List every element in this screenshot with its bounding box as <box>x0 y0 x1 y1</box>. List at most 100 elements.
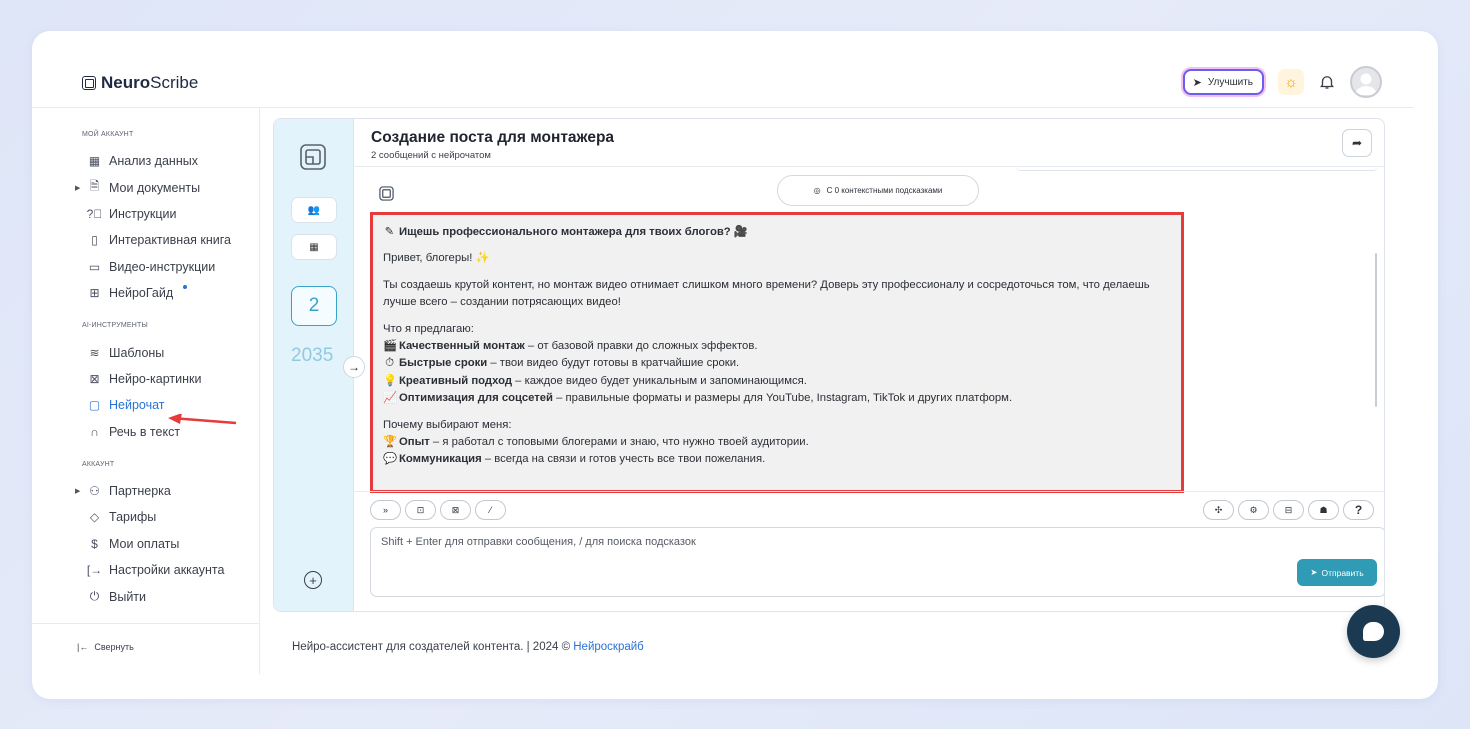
collapse-sidebar-button[interactable]: |← Свернуть <box>77 642 134 652</box>
sidebar-item-logout[interactable]: ⏻ Выйти <box>82 583 262 609</box>
bot-tool-button[interactable]: ☗ <box>1308 500 1339 520</box>
sidebar-item-partners[interactable]: ▶ ⚇ Партнерка <box>75 478 262 504</box>
rail-users-button[interactable]: 👥 <box>291 197 337 223</box>
sidebar-item-label: Шаблоны <box>109 345 165 360</box>
footer-text: Нейро-ассистент для создателей контента.… <box>292 641 574 653</box>
support-chat-button[interactable] <box>1347 605 1400 658</box>
sidebar-item-label: НейроГайд <box>109 286 174 301</box>
collapse-tool-button[interactable]: » <box>370 500 401 520</box>
message-input-box[interactable]: ➤ Отправить <box>370 527 1384 597</box>
chat-subtitle: 2 сообщений с нейрочатом <box>371 150 491 161</box>
upload-tool-button[interactable]: ⊡ <box>405 500 436 520</box>
sidebar-item-my-documents[interactable]: ▶ 🗎 Мои документы <box>75 174 262 200</box>
message-input[interactable] <box>381 536 1261 548</box>
share-button[interactable]: ➦ <box>1342 129 1372 157</box>
hint-icon: ◎ <box>813 186 821 195</box>
sidebar-item-account-settings[interactable]: [→ Настройки аккаунта <box>82 557 262 583</box>
red-arrow-annotation <box>168 414 237 425</box>
sidebar-item-neuroguide[interactable]: ⊞ НейроГайд <box>82 280 262 306</box>
image-tool-button[interactable]: ⊠ <box>440 500 471 520</box>
send-label: Отправить <box>1321 567 1364 578</box>
pencil-icon: ✎ <box>384 226 395 238</box>
magic-tool-button[interactable]: ⁄ <box>475 500 506 520</box>
new-chat-button[interactable]: + <box>304 571 322 589</box>
rocket-icon: ➤ <box>1192 76 1202 89</box>
offer-item: 🎬 Качественный монтаж – от базовой правки… <box>383 340 758 353</box>
chevrons-down-icon: » <box>382 505 388 515</box>
sidebar-section-title: МОЙ АККАУНТ <box>82 131 134 138</box>
headphones-icon: ∩ <box>90 424 99 439</box>
grid-icon: ▦ <box>88 154 101 169</box>
context-hints-label: С 0 контекстными подсказками <box>826 186 943 195</box>
offer-item: 📈 Оптимизация для соцсетей – правильные ф… <box>383 392 1013 405</box>
sidebar-item-interactive-book[interactable]: ▯ Интерактивная книга <box>82 227 262 253</box>
chat-panel: 👥 ▦ 2 2035 + → Создание поста для монтаж… <box>273 118 1385 612</box>
bell-icon[interactable] <box>1318 73 1336 91</box>
sidebar-item-label: Мои оплаты <box>109 536 180 551</box>
sidebar-item-label: Настройки аккаунта <box>109 563 225 578</box>
reason-item: 🏆 Опыт – я работал с топовыми блогерами и… <box>383 436 809 449</box>
offer-item: ⏱ Быстрые сроки – твои видео будут готовы… <box>385 357 740 370</box>
help-circle-icon: ?⃝ <box>86 206 103 221</box>
table-icon: ⊞ <box>89 286 100 301</box>
upgrade-button[interactable]: ➤ Улучшить <box>1182 69 1264 95</box>
sidebar-section-title: АККАУНТ <box>82 460 115 468</box>
sidebar-item-label: Видео-инструкции <box>109 259 216 274</box>
chat-title: Создание поста для монтажера <box>371 129 615 146</box>
sidebar-item-label: Выйти <box>109 589 147 604</box>
sidebar-section-title: AI-ИНСТРУМЕНТЫ <box>82 322 148 330</box>
app-window: NeuroScribe ➤ Улучшить ☼ МОЙ АККАУНТ ▦ Ан… <box>32 31 1438 699</box>
settings-tool-button[interactable]: ⚙ <box>1238 500 1269 520</box>
logo[interactable]: NeuroScribe <box>82 73 198 93</box>
sidebar-item-instructions[interactable]: ?⃝ Инструкции <box>82 201 262 227</box>
footer-link[interactable]: Нейроскрайб <box>573 641 644 653</box>
sidebar-item-label: Мои документы <box>109 180 201 195</box>
chat-logo-icon <box>300 144 326 170</box>
power-icon: ⏻ <box>89 589 100 604</box>
sparkle-icon: ✨ <box>475 252 490 265</box>
expand-rail-button[interactable]: → <box>343 356 365 378</box>
offer-item: 💡 Креативный подход – каждое видео будет … <box>383 374 807 387</box>
header-actions: ➤ Улучшить ☼ <box>1182 66 1382 98</box>
sidebar-item-video-instructions[interactable]: ▭ Видео-инструкции <box>82 254 262 280</box>
theme-toggle-button[interactable]: ☼ <box>1278 69 1304 95</box>
avatar[interactable] <box>1350 66 1382 98</box>
chat-scrollbar[interactable] <box>1375 253 1377 407</box>
sun-icon: ☼ <box>1284 73 1298 91</box>
tag-icon: ◇ <box>89 510 100 525</box>
sidebar-border <box>259 108 260 674</box>
why-title: Почему выбирают меня: <box>383 418 512 431</box>
collapse-label: Свернуть <box>94 642 134 652</box>
upload-icon: ⊡ <box>416 504 425 515</box>
video-icon: ▭ <box>88 259 101 274</box>
sidebar-item-label: Инструкции <box>109 206 177 221</box>
sidebar-item-templates[interactable]: ≋ Шаблоны <box>82 339 262 365</box>
previous-message-edge <box>1016 166 1378 171</box>
sidebar-item-my-payments[interactable]: $ Мои оплаты <box>82 531 262 557</box>
share-icon: ➦ <box>1351 136 1363 150</box>
gear-icon: ⚙ <box>1249 504 1258 515</box>
document-icon: 🗎 <box>89 179 100 194</box>
sidebar-item-tariffs[interactable]: ◇ Тарифы <box>82 504 262 530</box>
plugin-tool-button[interactable]: ✣ <box>1203 500 1234 520</box>
assistant-avatar-icon <box>379 186 394 201</box>
footer: Нейро-ассистент для создателей контента.… <box>292 641 644 653</box>
offer-title: Что я предлагаю: <box>383 322 474 335</box>
upgrade-label: Улучшить <box>1207 76 1253 88</box>
new-badge-dot <box>183 285 188 290</box>
chat-rail: 👥 ▦ 2 2035 + <box>274 119 354 611</box>
help-button[interactable]: ? <box>1343 500 1374 520</box>
caret-right-icon: ▶ <box>75 184 81 192</box>
rail-grid-button[interactable]: ▦ <box>291 234 337 260</box>
context-hints-pill[interactable]: ◎ С 0 контекстными подсказками <box>777 175 979 206</box>
sidebar-item-neuro-images[interactable]: ⊠ Нейро-картинки <box>82 366 262 392</box>
message-count-badge: 2 <box>291 286 337 326</box>
image-icon: ⊠ <box>451 504 460 515</box>
login-icon: [→ <box>86 563 103 578</box>
chat-icon: ▢ <box>88 398 101 413</box>
layout-tool-button[interactable]: ⊟ <box>1273 500 1304 520</box>
logo-light: Scribe <box>150 73 199 92</box>
send-button[interactable]: ➤ Отправить <box>1297 559 1377 586</box>
sidebar: МОЙ АККАУНТ ▦ Анализ данных ▶ 🗎 Мои докумен… <box>75 131 262 610</box>
sidebar-item-data-analysis[interactable]: ▦ Анализ данных <box>82 148 262 174</box>
